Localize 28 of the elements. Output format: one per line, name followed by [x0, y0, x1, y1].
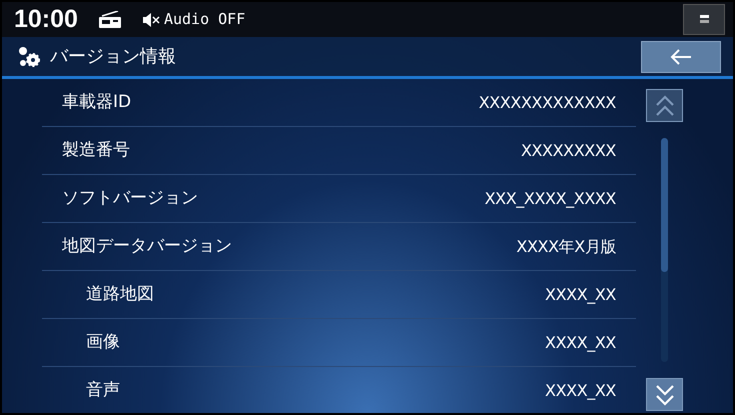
- row-value: XXXXXXXXX: [520, 140, 616, 162]
- double-chevron-down-icon: [654, 384, 674, 406]
- row-value: XXXX年X月版: [516, 236, 616, 258]
- radio-icon: [98, 10, 122, 28]
- row-label: 画像: [86, 330, 120, 354]
- row-label: 地図データバージョン: [62, 234, 232, 258]
- row-value: XXX_XXXX_XXXX: [484, 188, 616, 210]
- back-arrow-icon: [670, 48, 692, 64]
- audio-status: Audio OFF: [164, 9, 246, 30]
- row-label: 製造番号: [62, 138, 130, 162]
- mute-icon: [142, 12, 160, 26]
- row-value: XXXX_XX: [545, 380, 616, 402]
- row-label: 車載器ID: [62, 90, 132, 114]
- page-title: バージョン情報: [50, 45, 176, 69]
- back-button[interactable]: [641, 40, 721, 72]
- row-label: 音声: [86, 379, 120, 402]
- row-label: ソフトバージョン: [62, 186, 198, 210]
- scroll-down-button[interactable]: [646, 378, 683, 411]
- menu-button[interactable]: [683, 4, 725, 35]
- row-value: XXXX_XX: [545, 332, 616, 354]
- row-value: XXXXXXXXXXXXX: [478, 92, 616, 114]
- row-value: XXXX_XX: [545, 284, 616, 306]
- scrollbar-thumb[interactable]: [661, 138, 668, 272]
- info-gear-icon: [18, 46, 42, 68]
- double-chevron-up-icon: [654, 94, 674, 116]
- row-label: 道路地図: [86, 282, 154, 306]
- menu-icon: [700, 15, 708, 24]
- clock: 10:00: [14, 4, 78, 35]
